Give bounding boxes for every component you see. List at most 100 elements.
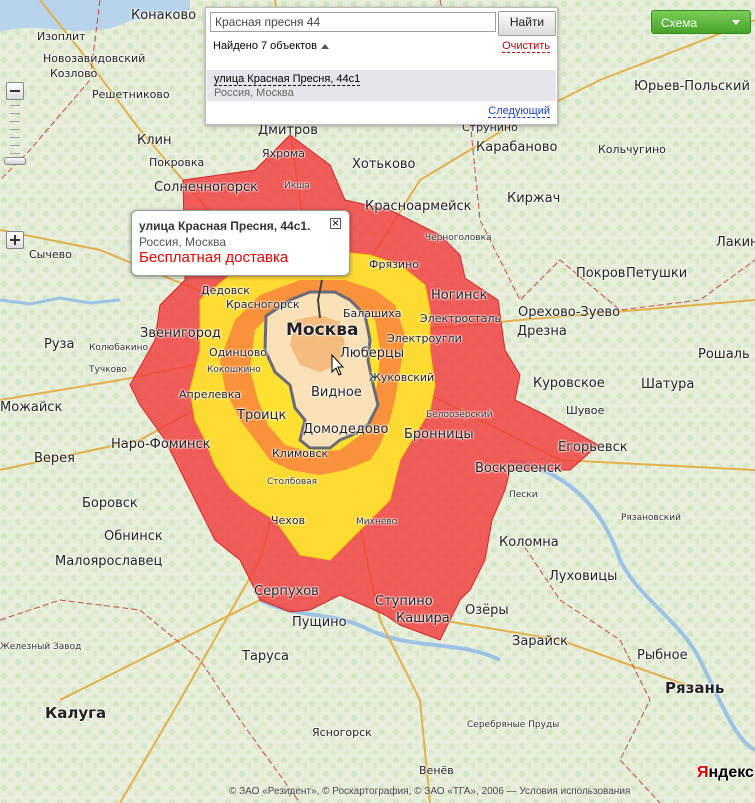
label-dedovsk: Дедовск bbox=[201, 284, 250, 297]
label-shatura: Шатура bbox=[641, 377, 695, 392]
label-klin: Клин bbox=[137, 133, 172, 148]
label-ozery: Озёры bbox=[465, 603, 509, 618]
label-klimovsk: Климовск bbox=[272, 447, 329, 460]
search-button[interactable]: Найти bbox=[498, 11, 556, 36]
label-chekhov: Чехов bbox=[271, 514, 306, 527]
label-odintsovo: Одинцово bbox=[209, 346, 268, 359]
label-shuvoe: Шувое bbox=[566, 404, 605, 417]
label-venev: Венёв bbox=[419, 764, 454, 777]
label-naro-fominsk: Наро-Фоминск bbox=[111, 437, 211, 452]
label-zaraysk: Зарайск bbox=[512, 634, 568, 649]
map-canvas[interactable]: Конаково Изоплит Новозавидовский Козлово… bbox=[0, 0, 755, 803]
zoom-in-button[interactable] bbox=[6, 231, 24, 249]
label-roshal: Рошаль bbox=[698, 347, 750, 362]
clear-button[interactable]: Очистить bbox=[502, 40, 550, 53]
results-count-label: Найдено 7 объектов bbox=[213, 40, 318, 52]
label-sychevo: Сычево bbox=[29, 248, 72, 261]
label-peski: Пески bbox=[509, 490, 538, 500]
label-mozhaysk: Можайск bbox=[0, 400, 63, 415]
result-subtitle: Россия, Москва bbox=[214, 87, 294, 99]
label-aprelevka: Апрелевка bbox=[179, 388, 242, 401]
label-zhukovsky: Жуковский bbox=[369, 371, 435, 384]
label-stupino: Ступино bbox=[375, 594, 433, 609]
label-chernogolovka: Черноголовка bbox=[425, 233, 492, 243]
map-type-label: Схема bbox=[661, 16, 698, 30]
label-maloyaroslavets: Малоярославец bbox=[55, 554, 163, 569]
label-rybnoe: Рыбное bbox=[637, 648, 688, 663]
label-novozavidovsky: Новозавидовский bbox=[43, 52, 146, 65]
yandex-logo[interactable]: Яндекс bbox=[697, 764, 754, 782]
label-egorievsk: Егорьевск bbox=[558, 440, 628, 455]
address-balloon: улица Красная Пресня, 44с1. Россия, Моск… bbox=[131, 210, 350, 276]
label-lakinsk: Лакинск bbox=[716, 235, 755, 250]
close-icon[interactable]: × bbox=[330, 218, 341, 229]
search-panel: Найти Найдено 7 объектов Очистить улица … bbox=[205, 7, 558, 125]
label-voskresensk: Воскресенск bbox=[475, 461, 562, 476]
label-zhelezny-zavod: Железный Завод bbox=[0, 642, 82, 652]
result-title[interactable]: улица Красная Пресня, 44с1 bbox=[214, 73, 361, 86]
label-tuchkovo: Тучково bbox=[89, 365, 127, 375]
balloon-title: улица Красная Пресня, 44с1. bbox=[139, 219, 311, 233]
label-solnechnogorsk: Солнечногорск bbox=[154, 180, 259, 195]
label-lyubertsy: Люберцы bbox=[340, 346, 405, 361]
balloon-delivery-text: Бесплатная доставка bbox=[139, 249, 289, 266]
label-yakhroma: Яхрома bbox=[262, 147, 305, 160]
label-konakovo: Конаково bbox=[131, 8, 197, 23]
label-obninsk: Обнинск bbox=[104, 529, 163, 544]
label-izoplit: Изоплит bbox=[37, 30, 86, 43]
label-borovsk: Боровск bbox=[82, 496, 138, 511]
label-krasnogorsk: Красногорск bbox=[226, 298, 300, 311]
label-petushki: Петушки bbox=[626, 266, 688, 281]
label-yasnogorsk: Ясногорск bbox=[312, 726, 372, 739]
label-reshetnikovo: Решетниково bbox=[92, 88, 170, 101]
zoom-out-button[interactable] bbox=[6, 82, 24, 100]
label-kolchugino: Кольчугино bbox=[598, 143, 666, 156]
label-lukhovitsy: Луховицы bbox=[549, 569, 618, 584]
label-troitsk: Троицк bbox=[237, 408, 287, 423]
label-drezna: Дрезна bbox=[517, 324, 567, 339]
label-pokrov: Покров bbox=[576, 266, 626, 281]
label-moskva: Москва bbox=[286, 320, 359, 340]
zoom-slider-track[interactable] bbox=[6, 101, 24, 231]
label-kaluga: Калуга bbox=[45, 704, 107, 722]
label-beloozersky: Белоозёрский bbox=[426, 410, 493, 420]
label-kashira: Кашира bbox=[396, 611, 450, 626]
label-tarusa: Таруса bbox=[242, 649, 289, 664]
label-vidnoe: Видное bbox=[311, 385, 362, 400]
label-domodedovo: Домодедово bbox=[303, 422, 389, 437]
label-elektrostal: Электросталь bbox=[420, 312, 501, 325]
dropdown-arrow-icon bbox=[732, 20, 740, 25]
label-kozlovo: Козлово bbox=[50, 67, 98, 80]
map-type-button[interactable]: Схема bbox=[651, 10, 751, 34]
label-kokoshkino: Кокошкино bbox=[207, 365, 261, 375]
label-balashikha: Балашиха bbox=[343, 307, 402, 320]
label-ruza: Руза bbox=[44, 337, 75, 352]
label-ryazan: Рязань bbox=[665, 679, 725, 697]
label-dmitrov: Дмитров bbox=[258, 123, 318, 138]
label-kirzhach: Киржач bbox=[507, 191, 561, 206]
label-kolomna: Коломна bbox=[499, 535, 559, 550]
label-vereya: Верея bbox=[34, 451, 75, 466]
label-ryazanovsky: Рязановский bbox=[621, 513, 681, 523]
label-bronnitsy: Бронницы bbox=[404, 427, 474, 442]
results-count-toggle[interactable]: Найдено 7 объектов bbox=[213, 40, 330, 52]
collapse-arrow-icon bbox=[321, 43, 330, 49]
label-noginsk: Ногинск bbox=[431, 288, 488, 303]
label-pokrovka: Покровка bbox=[149, 156, 205, 169]
label-fryazino: Фрязино bbox=[369, 258, 419, 271]
label-karabanovo: Карабаново bbox=[476, 140, 558, 155]
label-serebryanye-prudy: Серебряные Пруды bbox=[467, 720, 560, 730]
zoom-slider-handle[interactable] bbox=[4, 157, 26, 165]
label-elektrougli: Электроугли bbox=[387, 332, 462, 345]
label-yuryev-polsky: Юрьев-Польский bbox=[634, 79, 750, 94]
label-iksha: Икша bbox=[284, 181, 310, 191]
label-serpukhov: Серпухов bbox=[254, 584, 319, 599]
next-result-link[interactable]: Следующий bbox=[488, 105, 550, 118]
search-input[interactable] bbox=[210, 12, 496, 32]
label-krasnoarmeysk: Красноармейск bbox=[365, 199, 472, 214]
logo-letter: Я bbox=[697, 764, 709, 781]
copyright-text: © ЗАО «Резидент», © Роскартография, © ЗА… bbox=[229, 786, 631, 797]
balloon-subtitle: Россия, Москва bbox=[139, 235, 226, 249]
result-item[interactable]: улица Красная Пресня, 44с1 Россия, Москв… bbox=[207, 70, 556, 101]
label-mikhnevo: Михнево bbox=[356, 517, 398, 527]
